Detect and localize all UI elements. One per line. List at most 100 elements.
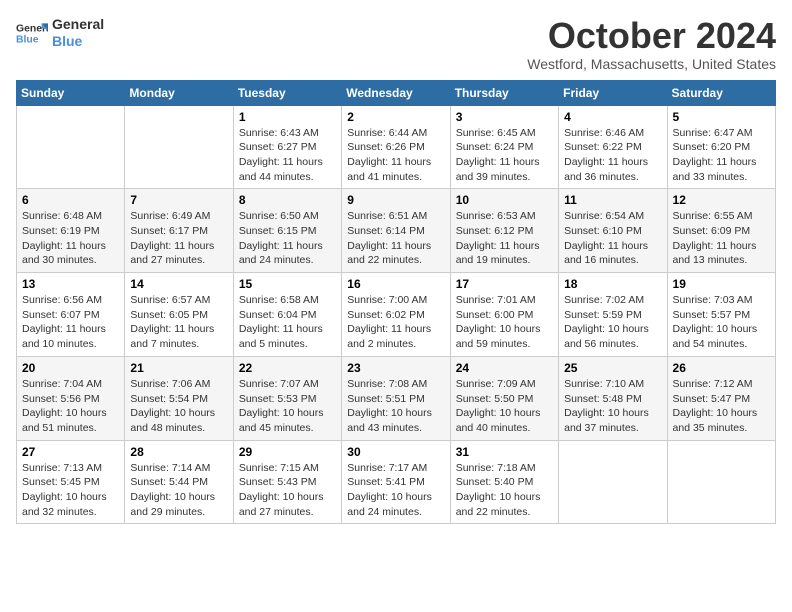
day-info: Sunrise: 7:06 AMSunset: 5:54 PMDaylight:… — [130, 377, 227, 436]
day-cell: 27 Sunrise: 7:13 AMSunset: 5:45 PMDayligh… — [17, 440, 125, 524]
day-number: 23 — [347, 361, 444, 375]
day-cell: 19 Sunrise: 7:03 AMSunset: 5:57 PMDayligh… — [667, 273, 775, 357]
day-cell: 5Sunrise: 6:47 AMSunset: 6:20 PMDaylight… — [667, 105, 775, 189]
day-info: Sunrise: 6:43 AMSunset: 6:27 PMDaylight:… — [239, 126, 336, 185]
day-info: Sunrise: 6:50 AMSunset: 6:15 PMDaylight:… — [239, 209, 336, 268]
day-cell: 18 Sunrise: 7:02 AMSunset: 5:59 PMDayligh… — [559, 273, 667, 357]
day-number: 31 — [456, 445, 553, 459]
header-cell-wednesday: Wednesday — [342, 80, 450, 105]
day-info: Sunrise: 7:04 AMSunset: 5:56 PMDaylight:… — [22, 377, 119, 436]
day-number: 19 — [673, 277, 770, 291]
header-cell-monday: Monday — [125, 80, 233, 105]
calendar-body: 1Sunrise: 6:43 AMSunset: 6:27 PMDaylight… — [17, 105, 776, 524]
header-row: SundayMondayTuesdayWednesdayThursdayFrid… — [17, 80, 776, 105]
day-number: 4 — [564, 110, 661, 124]
day-number: 28 — [130, 445, 227, 459]
day-info: Sunrise: 6:56 AMSunset: 6:07 PMDaylight:… — [22, 293, 119, 352]
day-info: Sunrise: 6:54 AMSunset: 6:10 PMDaylight:… — [564, 209, 661, 268]
day-info: Sunrise: 7:02 AMSunset: 5:59 PMDaylight:… — [564, 293, 661, 352]
day-cell: 1Sunrise: 6:43 AMSunset: 6:27 PMDaylight… — [233, 105, 341, 189]
calendar-table: SundayMondayTuesdayWednesdayThursdayFrid… — [16, 80, 776, 525]
day-cell: 16 Sunrise: 7:00 AMSunset: 6:02 PMDayligh… — [342, 273, 450, 357]
day-number: 26 — [673, 361, 770, 375]
day-info: Sunrise: 7:13 AMSunset: 5:45 PMDaylight:… — [22, 461, 119, 520]
day-number: 8 — [239, 193, 336, 207]
day-number: 21 — [130, 361, 227, 375]
day-cell: 7 Sunrise: 6:49 AMSunset: 6:17 PMDaylight… — [125, 189, 233, 273]
day-cell: 26 Sunrise: 7:12 AMSunset: 5:47 PMDayligh… — [667, 356, 775, 440]
day-number: 16 — [347, 277, 444, 291]
week-row-5: 27 Sunrise: 7:13 AMSunset: 5:45 PMDayligh… — [17, 440, 776, 524]
day-number: 3 — [456, 110, 553, 124]
day-number: 29 — [239, 445, 336, 459]
day-number: 6 — [22, 193, 119, 207]
day-info: Sunrise: 6:49 AMSunset: 6:17 PMDaylight:… — [130, 209, 227, 268]
header-cell-friday: Friday — [559, 80, 667, 105]
header-cell-thursday: Thursday — [450, 80, 558, 105]
day-number: 7 — [130, 193, 227, 207]
day-info: Sunrise: 6:48 AMSunset: 6:19 PMDaylight:… — [22, 209, 119, 268]
day-cell: 9Sunrise: 6:51 AMSunset: 6:14 PMDaylight… — [342, 189, 450, 273]
day-cell: 31 Sunrise: 7:18 AMSunset: 5:40 PMDayligh… — [450, 440, 558, 524]
logo: General Blue General Blue — [16, 16, 104, 50]
day-number: 22 — [239, 361, 336, 375]
svg-text:Blue: Blue — [16, 34, 39, 45]
day-cell: 13 Sunrise: 6:56 AMSunset: 6:07 PMDayligh… — [17, 273, 125, 357]
day-cell: 30Sunrise: 7:17 AMSunset: 5:41 PMDayligh… — [342, 440, 450, 524]
day-info: Sunrise: 6:46 AMSunset: 6:22 PMDaylight:… — [564, 126, 661, 185]
day-cell — [125, 105, 233, 189]
day-info: Sunrise: 7:10 AMSunset: 5:48 PMDaylight:… — [564, 377, 661, 436]
day-cell: 21 Sunrise: 7:06 AMSunset: 5:54 PMDayligh… — [125, 356, 233, 440]
day-info: Sunrise: 7:17 AMSunset: 5:41 PMDaylight:… — [347, 461, 444, 520]
week-row-1: 1Sunrise: 6:43 AMSunset: 6:27 PMDaylight… — [17, 105, 776, 189]
day-cell: 12Sunrise: 6:55 AMSunset: 6:09 PMDayligh… — [667, 189, 775, 273]
day-info: Sunrise: 7:01 AMSunset: 6:00 PMDaylight:… — [456, 293, 553, 352]
week-row-2: 6 Sunrise: 6:48 AMSunset: 6:19 PMDaylight… — [17, 189, 776, 273]
day-info: Sunrise: 7:07 AMSunset: 5:53 PMDaylight:… — [239, 377, 336, 436]
day-info: Sunrise: 6:45 AMSunset: 6:24 PMDaylight:… — [456, 126, 553, 185]
calendar-header: SundayMondayTuesdayWednesdayThursdayFrid… — [17, 80, 776, 105]
day-info: Sunrise: 6:57 AMSunset: 6:05 PMDaylight:… — [130, 293, 227, 352]
day-info: Sunrise: 7:12 AMSunset: 5:47 PMDaylight:… — [673, 377, 770, 436]
day-cell — [667, 440, 775, 524]
day-number: 5 — [673, 110, 770, 124]
day-number: 12 — [673, 193, 770, 207]
day-cell: 24Sunrise: 7:09 AMSunset: 5:50 PMDayligh… — [450, 356, 558, 440]
day-number: 15 — [239, 277, 336, 291]
week-row-4: 20 Sunrise: 7:04 AMSunset: 5:56 PMDayligh… — [17, 356, 776, 440]
header-cell-tuesday: Tuesday — [233, 80, 341, 105]
day-cell: 4 Sunrise: 6:46 AMSunset: 6:22 PMDaylight… — [559, 105, 667, 189]
day-info: Sunrise: 6:53 AMSunset: 6:12 PMDaylight:… — [456, 209, 553, 268]
day-info: Sunrise: 7:00 AMSunset: 6:02 PMDaylight:… — [347, 293, 444, 352]
day-number: 9 — [347, 193, 444, 207]
day-cell: 22 Sunrise: 7:07 AMSunset: 5:53 PMDayligh… — [233, 356, 341, 440]
day-number: 11 — [564, 193, 661, 207]
day-number: 17 — [456, 277, 553, 291]
day-info: Sunrise: 7:08 AMSunset: 5:51 PMDaylight:… — [347, 377, 444, 436]
day-number: 20 — [22, 361, 119, 375]
day-info: Sunrise: 7:18 AMSunset: 5:40 PMDaylight:… — [456, 461, 553, 520]
day-info: Sunrise: 7:14 AMSunset: 5:44 PMDaylight:… — [130, 461, 227, 520]
day-cell: 3 Sunrise: 6:45 AMSunset: 6:24 PMDaylight… — [450, 105, 558, 189]
day-info: Sunrise: 7:03 AMSunset: 5:57 PMDaylight:… — [673, 293, 770, 352]
day-info: Sunrise: 7:09 AMSunset: 5:50 PMDaylight:… — [456, 377, 553, 436]
day-cell: 10 Sunrise: 6:53 AMSunset: 6:12 PMDayligh… — [450, 189, 558, 273]
day-cell: 23 Sunrise: 7:08 AMSunset: 5:51 PMDayligh… — [342, 356, 450, 440]
day-number: 10 — [456, 193, 553, 207]
day-cell: 17 Sunrise: 7:01 AMSunset: 6:00 PMDayligh… — [450, 273, 558, 357]
day-number: 18 — [564, 277, 661, 291]
day-number: 14 — [130, 277, 227, 291]
day-number: 13 — [22, 277, 119, 291]
day-number: 25 — [564, 361, 661, 375]
week-row-3: 13 Sunrise: 6:56 AMSunset: 6:07 PMDayligh… — [17, 273, 776, 357]
title-block: October 2024 Westford, Massachusetts, Un… — [527, 16, 776, 72]
header-cell-sunday: Sunday — [17, 80, 125, 105]
month-title: October 2024 — [527, 16, 776, 56]
day-cell: 29Sunrise: 7:15 AMSunset: 5:43 PMDayligh… — [233, 440, 341, 524]
day-info: Sunrise: 6:44 AMSunset: 6:26 PMDaylight:… — [347, 126, 444, 185]
day-cell: 20 Sunrise: 7:04 AMSunset: 5:56 PMDayligh… — [17, 356, 125, 440]
location: Westford, Massachusetts, United States — [527, 56, 776, 72]
day-number: 27 — [22, 445, 119, 459]
day-cell — [17, 105, 125, 189]
header-cell-saturday: Saturday — [667, 80, 775, 105]
